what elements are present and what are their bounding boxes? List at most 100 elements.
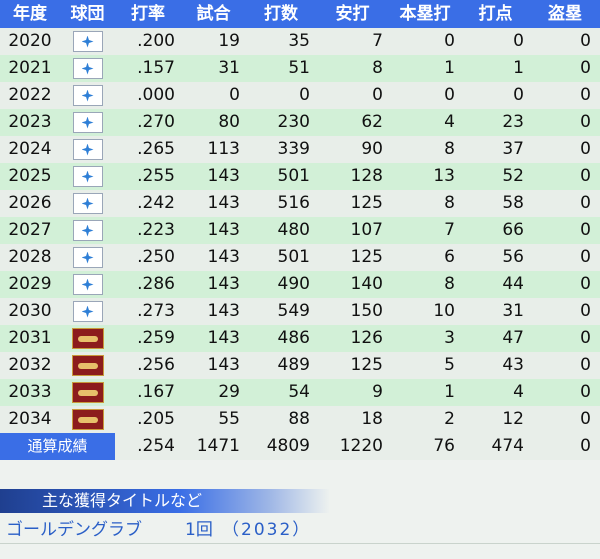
stolen-bases-cell: 0 [580,247,591,267]
table-row: 2021 .157 31 51 8 1 1 0 [0,55,600,82]
avg-cell: .205 [137,409,175,429]
at-bats-cell: 0 [299,85,310,105]
rbi-cell: 66 [502,220,524,240]
games-cell: 19 [218,31,240,51]
hits-cell: 125 [350,193,383,213]
hits-cell: 9 [372,382,383,402]
at-bats-cell: 88 [288,409,310,429]
avg-cell: .157 [137,58,175,78]
home-runs-cell: 13 [433,166,455,186]
at-bats-cell: 480 [277,220,310,240]
team-cell [60,55,115,82]
rbi-cell: 44 [502,274,524,294]
avg-cell: .286 [137,274,175,294]
career-total-row: 通算成績 .254 1471 4809 1220 76 474 0 [0,433,600,460]
table-row: 2022 .000 0 0 0 0 0 0 [0,82,600,109]
total-rbi: 474 [491,436,524,456]
at-bats-cell: 486 [277,328,310,348]
star-team-logo-icon [72,58,103,79]
red-team-logo-icon [71,382,104,403]
year-cell: 2034 [8,409,52,429]
at-bats-cell: 490 [277,274,310,294]
total-hits: 1220 [339,436,383,456]
hits-cell: 107 [350,220,383,240]
table-row: 2026 .242 143 516 125 8 58 0 [0,190,600,217]
home-runs-cell: 0 [444,85,455,105]
table-row: 2032 .256 143 489 125 5 43 0 [0,352,600,379]
rbi-cell: 23 [502,112,524,132]
team-cell [60,217,115,244]
home-runs-cell: 2 [444,409,455,429]
at-bats-cell: 501 [277,166,310,186]
table-row: 2033 .167 29 54 9 1 4 0 [0,379,600,406]
table-body: 2020.200 19 35 7 0 0 0 2021.157 31 51 8 1 1 0 2022.000… [0,28,600,433]
stolen-bases-cell: 0 [580,166,591,186]
divider [0,543,600,544]
header-at-bats: 打数 [264,4,298,24]
avg-cell: .270 [137,112,175,132]
team-cell [60,325,115,352]
at-bats-cell: 51 [288,58,310,78]
home-runs-cell: 1 [444,58,455,78]
year-cell: 2028 [8,247,52,267]
header-rbi: 打点 [478,4,513,24]
year-cell: 2030 [8,301,52,321]
games-cell: 143 [207,166,240,186]
table-row: 2020 .200 19 35 7 0 0 0 [0,28,600,55]
total-stolen-bases: 0 [580,436,591,456]
header-team: 球団 [70,4,105,24]
rbi-cell: 37 [502,139,524,159]
home-runs-cell: 5 [444,355,455,375]
team-cell [60,163,115,190]
hits-cell: 140 [350,274,383,294]
home-runs-cell: 6 [444,247,455,267]
red-team-logo-icon [71,328,104,349]
header-stolen-bases: 盗塁 [548,4,582,24]
year-cell: 2024 [8,139,52,159]
games-cell: 113 [207,139,240,159]
table-row: 2030 .273 143 549 150 10 31 0 [0,298,600,325]
stolen-bases-cell: 0 [580,382,591,402]
rbi-cell: 1 [513,58,524,78]
title-item: ゴールデングラブ 1回 （2032） [0,517,600,543]
hits-cell: 18 [361,409,383,429]
at-bats-cell: 35 [288,31,310,51]
hits-cell: 150 [350,301,383,321]
hits-cell: 125 [350,247,383,267]
stolen-bases-cell: 0 [580,85,591,105]
rbi-cell: 4 [513,382,524,402]
hits-cell: 0 [372,85,383,105]
home-runs-cell: 7 [444,220,455,240]
avg-cell: .256 [137,355,175,375]
year-cell: 2021 [8,58,52,78]
hits-cell: 7 [372,31,383,51]
games-cell: 143 [207,193,240,213]
stolen-bases-cell: 0 [580,193,591,213]
rbi-cell: 43 [502,355,524,375]
total-avg: .254 [137,436,175,456]
total-at-bats: 4809 [266,436,310,456]
games-cell: 143 [207,328,240,348]
year-cell: 2025 [8,166,52,186]
home-runs-cell: 3 [444,328,455,348]
titles-section-heading: 主な獲得タイトルなど [42,491,203,510]
year-cell: 2032 [8,355,52,375]
stolen-bases-cell: 0 [580,31,591,51]
avg-cell: .265 [137,139,175,159]
home-runs-cell: 0 [444,31,455,51]
header-hits: 安打 [335,4,370,24]
batting-stats-table: 年度 球団 打率 試合 打数 安打 本塁打 打点 盗塁 2020.200 19 35… [0,0,600,460]
table-row: 2024 .265 113 339 90 8 37 0 [0,136,600,163]
star-team-logo-icon [72,193,103,214]
table-row: 2029 .286 143 490 140 8 44 0 [0,271,600,298]
hits-cell: 125 [350,355,383,375]
games-cell: 143 [207,301,240,321]
at-bats-cell: 489 [277,355,310,375]
hits-cell: 62 [361,112,383,132]
games-cell: 0 [229,85,240,105]
year-cell: 2023 [8,112,52,132]
star-team-logo-icon [72,139,103,160]
title-years: （2032） [222,520,312,540]
star-team-logo-icon [72,166,103,187]
rbi-cell: 52 [502,166,524,186]
